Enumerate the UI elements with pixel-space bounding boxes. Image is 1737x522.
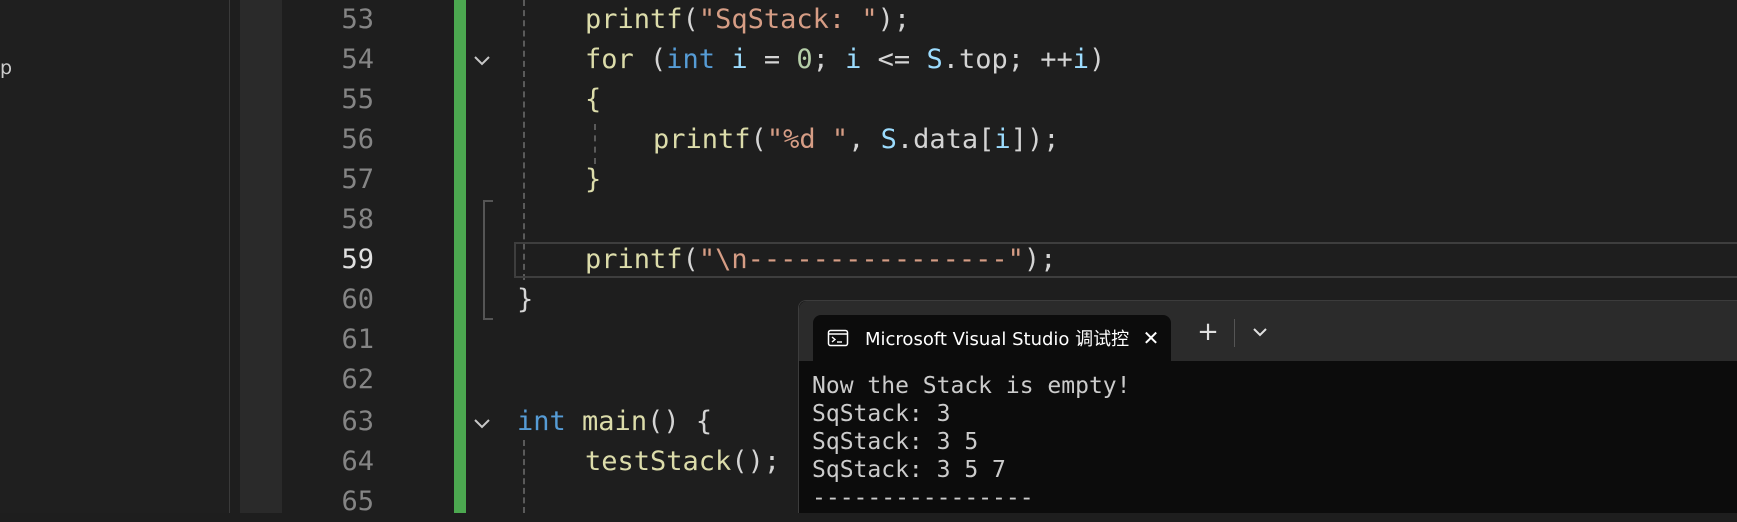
code-line-56: printf("%d ", S.data[i]); [653,124,1060,155]
code-line-59: printf("\n----------------"); [585,244,1057,275]
console-output-line: SqStack: 3 [812,401,951,427]
fold-bracket-tick [483,200,493,202]
line-number: 55 [341,84,374,115]
code-line-63: int main() { [517,406,713,437]
line-number: 57 [341,164,374,195]
console-titlebar[interactable]: Microsoft Visual Studio 调试控制台 ✕ + [799,301,1737,361]
code-line-64: testStack(); [585,446,781,477]
line-number: 62 [341,364,374,395]
code-line-57: } [585,164,602,195]
code-line-55: { [585,84,602,115]
console-output[interactable]: Now the Stack is empty! SqStack: 3 SqSta… [812,372,1712,512]
line-number: 54 [341,44,374,75]
editor-margin-strip [240,0,282,513]
debug-console-window[interactable]: Microsoft Visual Studio 调试控制台 ✕ + Now th… [798,300,1737,513]
fold-chevron-icon[interactable] [471,49,493,71]
line-number: 56 [341,124,374,155]
line-number: 65 [341,486,374,517]
line-number: 63 [341,406,374,437]
code-line-54: for (int i = 0; i <= S.top; ++i) [585,44,1106,75]
code-line-60: } [517,284,534,315]
fold-bracket-tick [483,318,493,320]
panel-splitter[interactable] [229,0,230,513]
line-number: 61 [341,324,374,355]
change-tracking-bar [454,0,466,513]
line-number: 60 [341,284,374,315]
console-output-line: ---------------- [812,485,1034,511]
line-number: 53 [341,4,374,35]
solution-explorer-panel: p [0,0,229,513]
new-tab-button[interactable]: + [1193,317,1223,347]
console-output-line: Now the Stack is empty! [812,373,1131,399]
line-number-active: 59 [341,244,374,275]
fold-bracket-line [483,200,485,320]
console-tab-title: Microsoft Visual Studio 调试控制台 [865,329,1129,350]
line-number: 64 [341,446,374,477]
terminal-icon [827,327,849,349]
chevron-down-icon[interactable] [1247,319,1273,345]
panel-text-fragment: p [0,57,13,79]
console-output-line: SqStack: 3 5 [812,429,979,455]
line-number-gutter: 53 54 55 56 57 58 59 60 61 62 63 64 65 [282,0,374,517]
line-number: 58 [341,204,374,235]
console-tab[interactable]: Microsoft Visual Studio 调试控制台 ✕ [813,315,1171,361]
console-output-line: SqStack: 3 5 7 [812,457,1006,483]
fold-chevron-icon[interactable] [471,412,493,434]
code-line-53: printf("SqStack: "); [585,4,911,35]
close-tab-icon[interactable]: ✕ [1138,325,1164,351]
titlebar-separator [1234,319,1235,347]
